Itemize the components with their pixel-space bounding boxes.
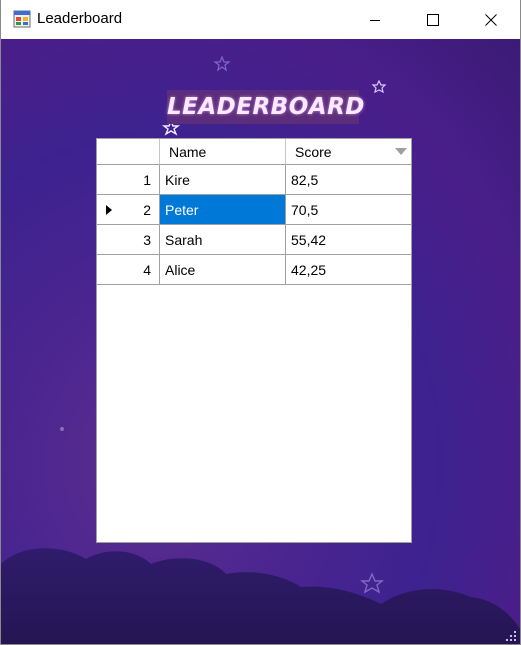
row-index: 2 — [143, 202, 151, 218]
maximize-icon — [427, 13, 439, 26]
score-cell[interactable]: 70,5 — [286, 195, 411, 225]
maximize-button[interactable] — [404, 0, 462, 39]
star-dot — [60, 427, 64, 431]
row-header[interactable]: 4 — [97, 255, 160, 285]
current-row-arrow-icon — [106, 205, 112, 215]
name-cell-selected[interactable]: Peter — [160, 195, 286, 225]
name-cell[interactable]: Alice — [160, 255, 286, 285]
cloud-silhouette — [1, 548, 520, 644]
form-client-area: LEADERBOARD Name Score 1 Kire 82,5 2 Pet… — [1, 39, 520, 644]
minimize-icon — [370, 19, 380, 21]
app-icon — [13, 10, 31, 28]
score-cell[interactable]: 42,25 — [286, 255, 411, 285]
minimize-button[interactable] — [346, 0, 404, 39]
star-icon — [371, 79, 387, 94]
leaderboard-grid[interactable]: Name Score 1 Kire 82,5 2 Peter 70,5 3 Sa… — [96, 138, 412, 543]
table-row[interactable]: 2 Peter 70,5 — [97, 195, 411, 225]
column-header-score-label: Score — [295, 144, 332, 160]
name-cell[interactable]: Sarah — [160, 225, 286, 255]
close-icon — [485, 13, 497, 26]
leaderboard-window: Leaderboard LEADERBOARD Name Score 1 Kir… — [0, 0, 521, 645]
window-title: Leaderboard — [37, 10, 123, 27]
star-icon — [213, 55, 231, 72]
row-header[interactable]: 2 — [97, 195, 160, 225]
row-header-corner[interactable] — [97, 139, 160, 165]
row-header[interactable]: 3 — [97, 225, 160, 255]
star-icon — [360, 572, 384, 594]
name-cell[interactable]: Kire — [160, 165, 286, 195]
table-row[interactable]: 3 Sarah 55,42 — [97, 225, 411, 255]
sort-descending-icon — [395, 148, 407, 155]
close-button[interactable] — [462, 0, 520, 39]
title-bar[interactable]: Leaderboard — [1, 0, 520, 39]
score-cell[interactable]: 82,5 — [286, 165, 411, 195]
table-row[interactable]: 1 Kire 82,5 — [97, 165, 411, 195]
column-header-name[interactable]: Name — [160, 139, 286, 165]
column-header-score[interactable]: Score — [286, 139, 411, 165]
resize-grip-icon[interactable] — [506, 631, 518, 643]
row-header[interactable]: 1 — [97, 165, 160, 195]
table-row[interactable]: 4 Alice 42,25 — [97, 255, 411, 285]
score-cell[interactable]: 55,42 — [286, 225, 411, 255]
leaderboard-heading: LEADERBOARD — [167, 94, 365, 120]
